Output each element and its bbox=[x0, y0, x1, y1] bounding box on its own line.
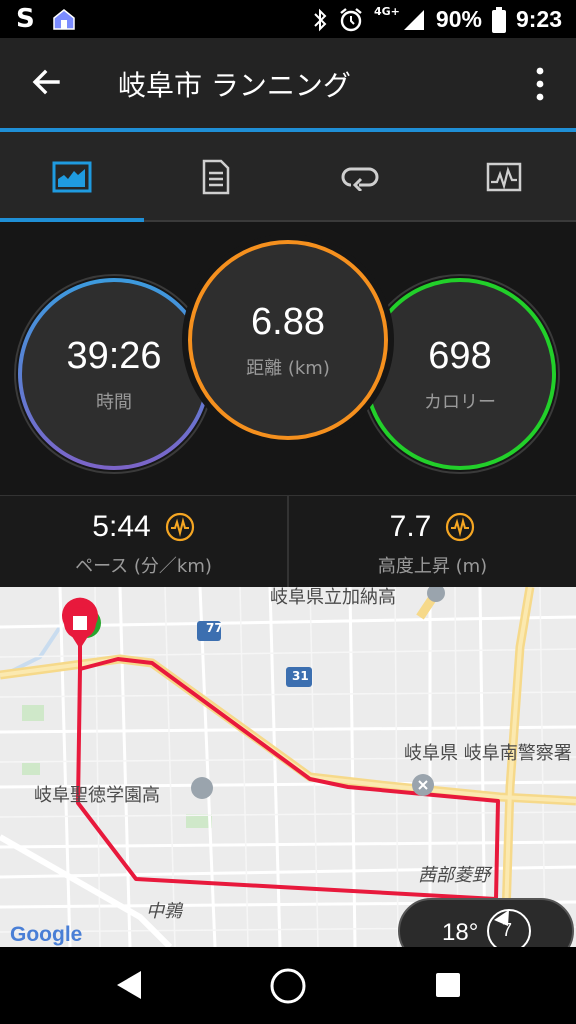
metric-divider bbox=[287, 495, 289, 587]
temperature: 18° bbox=[442, 919, 479, 946]
distance-label: 距離 (km) bbox=[246, 357, 330, 379]
activity-wave-icon bbox=[165, 512, 194, 542]
more-vert-icon[interactable] bbox=[524, 66, 556, 102]
document-icon bbox=[202, 159, 230, 195]
calories-stat: 698 カロリー bbox=[364, 278, 556, 470]
run-stats-icon bbox=[52, 161, 92, 193]
battery-icon bbox=[491, 6, 506, 33]
wind-speed: 7 bbox=[502, 920, 513, 940]
tab-details[interactable] bbox=[144, 132, 288, 222]
nav-back-icon[interactable] bbox=[115, 969, 143, 1001]
chart-icon bbox=[486, 162, 522, 192]
battery-percent: 90% bbox=[435, 6, 482, 32]
road-31-label: 31 bbox=[292, 669, 309, 683]
time-stat: 39:26 時間 bbox=[18, 278, 210, 470]
road-77-label: 77 bbox=[206, 621, 223, 635]
area-south-label: 中鶉 bbox=[146, 901, 182, 922]
app-bar: 岐阜市 ランニング bbox=[0, 38, 576, 128]
school-top-label: 岐阜県立加納高 bbox=[270, 587, 396, 608]
clock: 9:23 bbox=[515, 6, 562, 32]
elevation-label: 高度上昇 (m) bbox=[377, 556, 488, 577]
network-type: 4G+ bbox=[374, 5, 400, 18]
loop-icon bbox=[341, 167, 379, 191]
area-east-label: 茜部菱野 bbox=[418, 865, 490, 886]
status-bar: S 4G+ 90% 9:23 bbox=[0, 0, 576, 38]
tab-bar bbox=[0, 132, 576, 222]
map-streets bbox=[0, 587, 576, 947]
distance-value: 6.88 bbox=[251, 300, 325, 343]
google-logo: Google bbox=[10, 923, 83, 946]
arrow-back-icon[interactable] bbox=[26, 62, 66, 102]
signal-icon bbox=[403, 9, 424, 30]
system-nav-bar bbox=[0, 947, 576, 1024]
activity-wave-icon bbox=[446, 512, 475, 542]
page-title: 岐阜市 ランニング bbox=[118, 69, 351, 102]
tab-laps[interactable] bbox=[288, 132, 432, 222]
nav-recents-icon[interactable] bbox=[435, 972, 461, 998]
route-map[interactable]: 77 31 岐阜県立加納高 岐阜県 岐阜南警察署 岐阜聖徳学園高 茜部菱野 中鶉… bbox=[0, 587, 576, 947]
time-value: 39:26 bbox=[66, 334, 162, 377]
nav-home-icon[interactable] bbox=[269, 967, 307, 1005]
pace-metric[interactable]: 5:44 ペース (分／km) bbox=[0, 496, 287, 588]
calories-value: 698 bbox=[428, 334, 492, 377]
tab-graphs[interactable] bbox=[432, 132, 576, 222]
home-app-icon bbox=[52, 9, 75, 30]
bluetooth-icon bbox=[314, 8, 327, 31]
alarm-icon bbox=[340, 7, 362, 31]
school-left-label: 岐阜聖徳学園高 bbox=[34, 785, 160, 806]
distance-stat: 6.88 距離 (km) bbox=[188, 240, 388, 440]
police-label: 岐阜県 岐阜南警察署 bbox=[404, 743, 572, 764]
elevation-value: 7.7 bbox=[389, 510, 432, 543]
pace-label: ペース (分／km) bbox=[75, 556, 212, 577]
calories-label: カロリー bbox=[424, 391, 496, 413]
elevation-metric[interactable]: 7.7 高度上昇 (m) bbox=[289, 496, 576, 588]
time-label: 時間 bbox=[96, 391, 132, 413]
pace-value: 5:44 bbox=[92, 510, 151, 543]
tab-summary[interactable] bbox=[0, 132, 144, 222]
s-logo-icon: S bbox=[16, 4, 35, 34]
